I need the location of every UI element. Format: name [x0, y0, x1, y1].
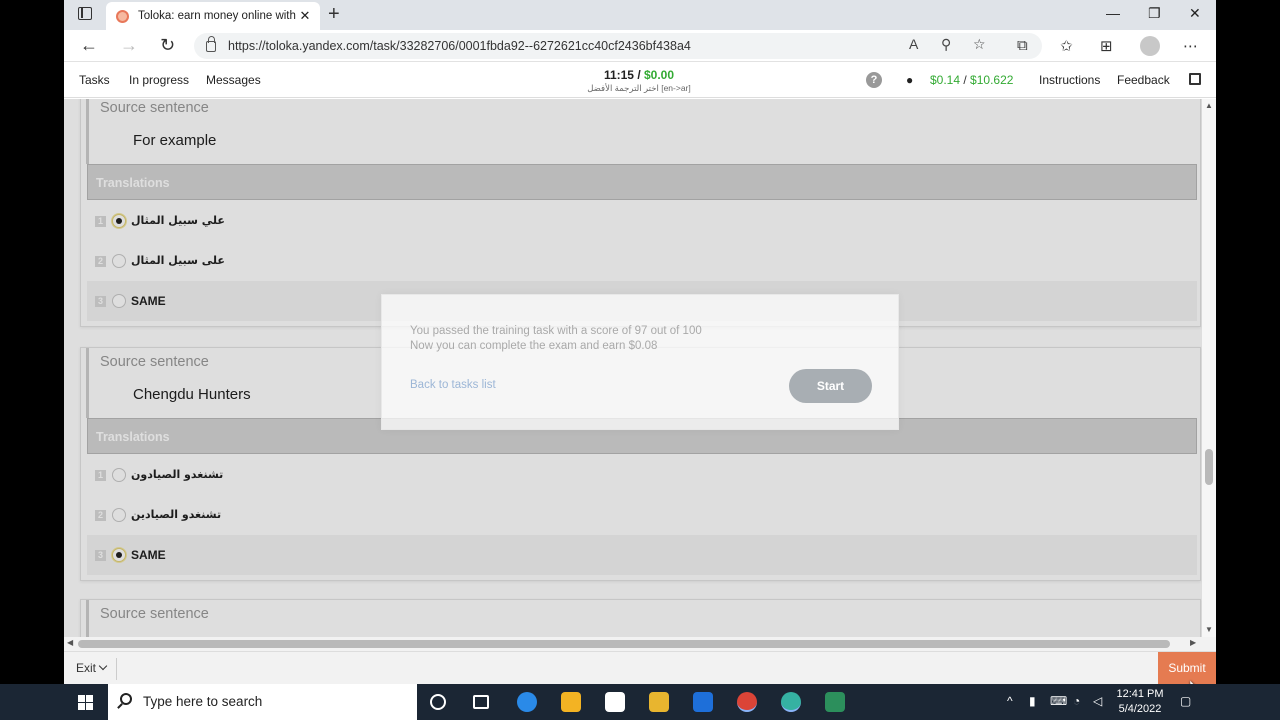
minimize-button[interactable]: —	[1106, 5, 1120, 21]
back-arrow-icon[interactable]: ←	[80, 35, 98, 56]
clock-time: 12:41 PM	[1116, 688, 1164, 700]
browser-tab[interactable]: Toloka: earn money online with a ✕	[106, 2, 320, 30]
exam-start-modal: You passed the training task with a scor…	[381, 294, 899, 430]
vertical-scroll-thumb[interactable]	[1205, 449, 1213, 485]
address-bar-row: ← → ↻ https://toloka.yandex.com/task/332…	[64, 30, 1216, 62]
toloka-favicon-icon	[116, 9, 129, 23]
modal-message: You passed the training task with a scor…	[410, 324, 702, 353]
timer-value: 11:15	[603, 68, 634, 82]
forward-arrow-icon[interactable]: →	[120, 35, 138, 56]
exit-dropdown[interactable]: Exit	[76, 661, 108, 675]
vertical-scrollbar[interactable]: ▲ ▼	[1202, 99, 1216, 637]
search-icon	[120, 693, 132, 705]
clock-date: 5/4/2022	[1118, 703, 1162, 715]
tray-chevron-up-icon[interactable]: ^	[1007, 694, 1013, 708]
cortana-icon[interactable]	[430, 694, 446, 710]
horizontal-scrollbar[interactable]: ◀ ▶	[64, 637, 1216, 651]
chevron-down-icon	[98, 661, 108, 671]
store-app-icon[interactable]	[561, 692, 581, 712]
windows-start-icon[interactable]	[78, 695, 93, 710]
nav-in-progress[interactable]: In progress	[129, 73, 189, 87]
fullscreen-icon[interactable]	[1189, 73, 1201, 85]
zoom-icon[interactable]: ⚲	[941, 36, 951, 53]
instructions-link[interactable]: Instructions	[1039, 73, 1100, 87]
edge-app-icon[interactable]	[517, 692, 537, 712]
windows-taskbar: Type here to search ^ ▮ ⌨ ◔ ◁ 12:41 PM 5…	[0, 684, 1280, 720]
balance-total: $10.622	[970, 73, 1014, 87]
nav-tasks[interactable]: Tasks	[79, 73, 110, 87]
profile-avatar-icon[interactable]	[1140, 36, 1160, 56]
task-name: اختر الترجمة الأفضل [en->ar]	[587, 83, 691, 93]
exit-label: Exit	[76, 661, 97, 675]
horizontal-scroll-thumb[interactable]	[78, 640, 1170, 648]
nav-messages[interactable]: Messages	[206, 73, 261, 87]
add-favorite-icon[interactable]: ☆	[973, 36, 986, 53]
lock-icon	[206, 35, 216, 52]
scroll-up-arrow-icon[interactable]: ▲	[1205, 101, 1213, 110]
modal-message-line: You passed the training task with a scor…	[410, 325, 702, 337]
tab-strip: Toloka: earn money online with a ✕ + — ❐…	[64, 0, 1216, 30]
extensions-icon[interactable]: ⧉	[1017, 37, 1028, 54]
url-text: https://toloka.yandex.com/task/33282706/…	[228, 39, 691, 53]
user-icon: ●	[906, 73, 914, 87]
timer-separator: /	[633, 68, 644, 82]
search-placeholder: Type here to search	[143, 694, 263, 709]
start-button[interactable]: Start	[789, 369, 872, 403]
volume-icon[interactable]: ◁	[1093, 694, 1102, 708]
collections-icon[interactable]: ⊞	[1100, 37, 1113, 55]
scroll-left-arrow-icon[interactable]: ◀	[67, 638, 73, 647]
microphone-icon[interactable]: ▮	[1029, 694, 1036, 708]
restore-button[interactable]: ❐	[1148, 5, 1161, 22]
edge-active-app-icon[interactable]	[781, 692, 801, 712]
read-aloud-icon[interactable]: A	[909, 36, 918, 52]
balance-separator: /	[960, 73, 971, 87]
notifications-icon[interactable]: ▢	[1180, 694, 1191, 708]
file-explorer-icon[interactable]	[649, 692, 669, 712]
divider	[116, 658, 117, 680]
feedback-link[interactable]: Feedback	[1117, 73, 1170, 87]
taskbar-search-box[interactable]: Type here to search	[108, 684, 417, 720]
security-shield-icon[interactable]	[693, 692, 713, 712]
input-method-icon[interactable]: ⌨	[1050, 694, 1067, 708]
task-timer: 11:15 / $0.00 اختر الترجمة الأفضل [en->a…	[564, 68, 714, 94]
taskbar-clock[interactable]: 12:41 PM 5/4/2022	[1114, 687, 1166, 717]
tab-title: Toloka: earn money online with a	[138, 10, 296, 22]
new-tab-button[interactable]: +	[328, 3, 340, 26]
tab-close-icon[interactable]: ✕	[296, 8, 314, 24]
scroll-right-arrow-icon[interactable]: ▶	[1190, 638, 1196, 647]
tab-actions-icon[interactable]	[78, 7, 92, 20]
back-to-tasks-link[interactable]: Back to tasks list	[410, 379, 496, 391]
favorites-icon[interactable]: ✩	[1060, 37, 1073, 55]
refresh-icon[interactable]: ↻	[160, 35, 175, 56]
help-icon[interactable]: ?	[866, 72, 882, 88]
task-view-icon[interactable]	[473, 695, 489, 709]
scroll-down-arrow-icon[interactable]: ▼	[1205, 625, 1213, 634]
chrome-app-icon[interactable]	[737, 692, 757, 712]
bottom-bar: Exit Submit	[64, 651, 1216, 684]
close-window-button[interactable]: ✕	[1189, 5, 1201, 22]
toloka-header: Tasks In progress Messages 11:15 / $0.00…	[64, 62, 1216, 98]
task-reward: $0.00	[644, 68, 675, 82]
mail-app-icon[interactable]	[605, 692, 625, 712]
submit-button[interactable]: Submit	[1158, 652, 1216, 684]
download-app-icon[interactable]	[825, 692, 845, 712]
more-menu-icon[interactable]: ⋯	[1183, 37, 1198, 55]
balance: $0.14 / $10.622	[930, 73, 1013, 87]
balance-today: $0.14	[930, 73, 961, 87]
wifi-icon[interactable]: ◔	[1073, 694, 1080, 708]
modal-message-line: Now you can complete the exam and earn $…	[410, 339, 658, 352]
